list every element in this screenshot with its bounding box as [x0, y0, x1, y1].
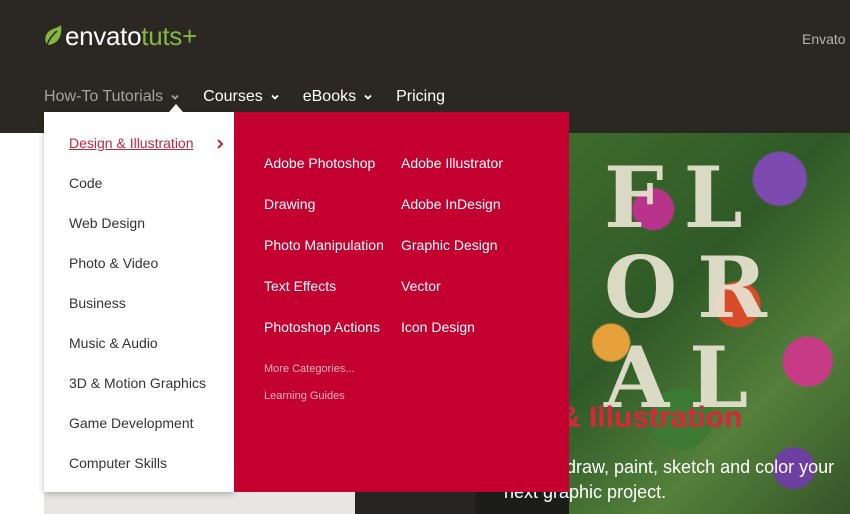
subcat-photo-manipulation[interactable]: Photo Manipulation: [264, 237, 384, 253]
nav-courses[interactable]: Courses: [203, 88, 281, 106]
main-nav: How-To Tutorials Courses eBooks Pricing: [44, 85, 467, 109]
nav-label: eBooks: [302, 88, 357, 105]
learning-guides-link[interactable]: Learning Guides: [264, 390, 345, 402]
nav-label: Pricing: [396, 88, 446, 105]
nav-ebooks[interactable]: eBooks: [303, 88, 374, 106]
logo-product-text: tuts+: [141, 20, 197, 51]
nav-how-to-tutorials[interactable]: How-To Tutorials: [44, 88, 181, 106]
nav-pricing[interactable]: Pricing: [396, 88, 445, 106]
menu-item-web-design[interactable]: Web Design: [69, 215, 145, 231]
menu-item-design-illustration[interactable]: Design & Illustration: [69, 135, 194, 151]
subcat-icon-design[interactable]: Icon Design: [401, 319, 475, 335]
menu-item-business[interactable]: Business: [69, 295, 126, 311]
category-menu: Design & Illustration Code Web Design Ph…: [44, 112, 234, 492]
leaf-icon: [45, 25, 62, 46]
subcat-vector[interactable]: Vector: [401, 278, 441, 294]
envato-tuts-logo[interactable]: envato tuts+: [43, 20, 197, 52]
chevron-down-icon: [169, 91, 181, 103]
nav-label: Courses: [203, 88, 263, 105]
hero-image-strip: [44, 491, 355, 514]
chevron-down-icon: [269, 91, 281, 103]
subcat-drawing[interactable]: Drawing: [264, 196, 315, 212]
menu-item-music-audio[interactable]: Music & Audio: [69, 335, 158, 351]
envato-market-link[interactable]: Envato M: [802, 31, 850, 47]
chevron-right-icon: [217, 139, 224, 149]
nav-label: How-To Tutorials: [44, 88, 164, 105]
hero-floral-letters: FL OR AL: [604, 148, 787, 427]
chevron-down-icon: [362, 91, 374, 103]
subcat-adobe-illustrator[interactable]: Adobe Illustrator: [401, 155, 503, 171]
subcat-photoshop-actions[interactable]: Photoshop Actions: [264, 319, 380, 335]
menu-item-code[interactable]: Code: [69, 175, 102, 191]
subcategory-panel: Adobe Photoshop Drawing Photo Manipulati…: [234, 112, 569, 492]
menu-item-game-development[interactable]: Game Development: [69, 415, 194, 431]
subcat-adobe-photoshop[interactable]: Adobe Photoshop: [264, 155, 375, 171]
dropdown-caret: [169, 104, 183, 112]
subcat-graphic-design[interactable]: Graphic Design: [401, 237, 498, 253]
menu-item-photo-video[interactable]: Photo & Video: [69, 255, 158, 271]
hero-image-strip: [355, 491, 475, 514]
subcat-adobe-indesign[interactable]: Adobe InDesign: [401, 196, 501, 212]
menu-item-3d-motion-graphics[interactable]: 3D & Motion Graphics: [69, 375, 206, 391]
more-categories-link[interactable]: More Categories...: [264, 363, 354, 375]
logo-brand-text: envato: [65, 20, 142, 51]
subcat-text-effects[interactable]: Text Effects: [264, 278, 336, 294]
menu-item-computer-skills[interactable]: Computer Skills: [69, 455, 167, 471]
